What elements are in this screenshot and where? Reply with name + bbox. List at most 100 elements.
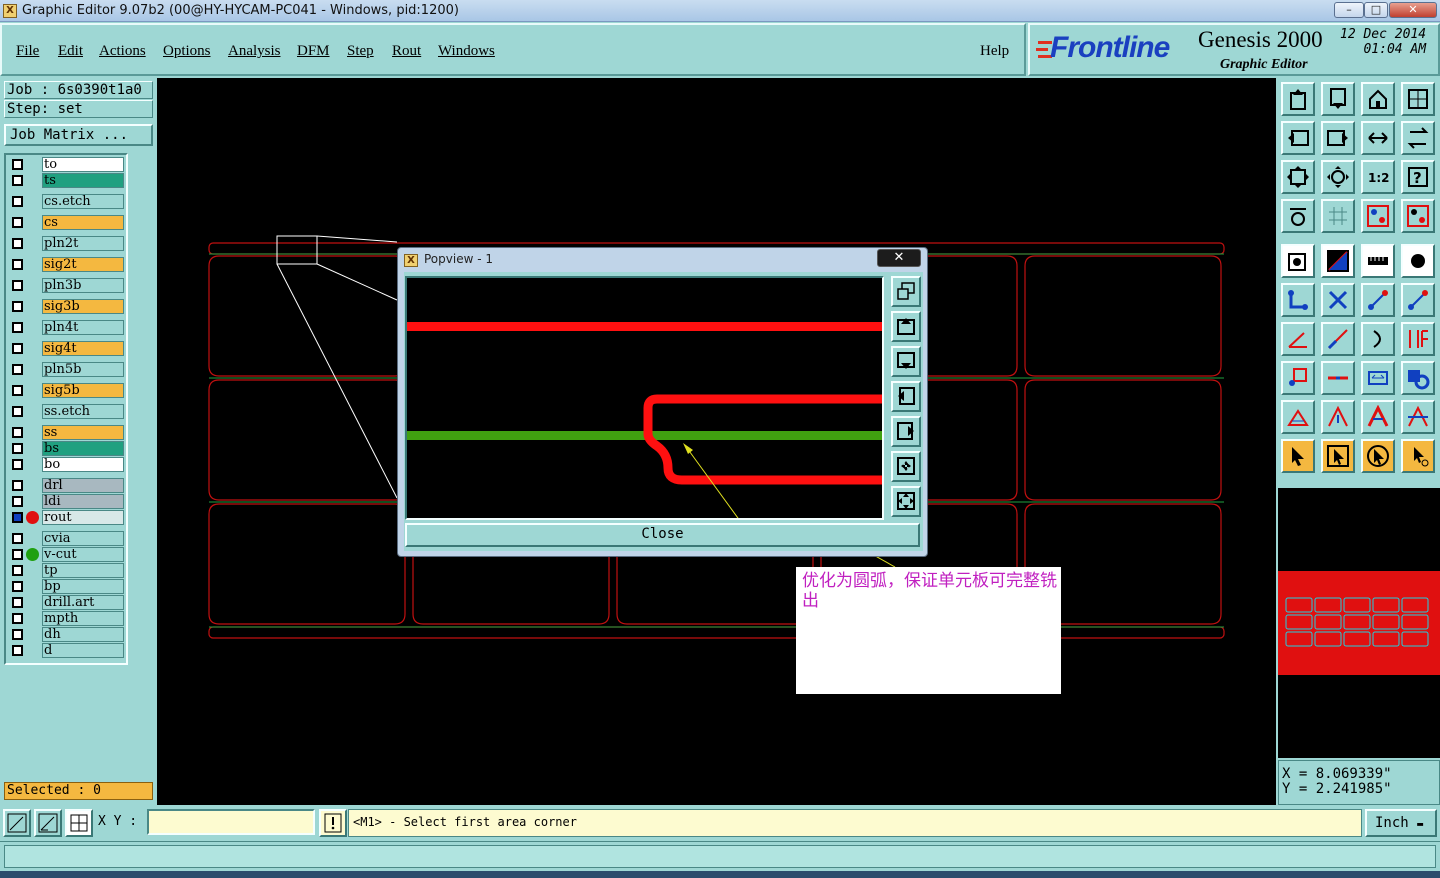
slope-icon[interactable]	[1321, 322, 1355, 356]
line-break-icon[interactable]	[1321, 361, 1355, 395]
triangle-up-icon[interactable]	[1321, 400, 1355, 434]
layer-checkbox[interactable]	[12, 364, 23, 375]
layer-name[interactable]: mpth	[42, 611, 124, 626]
layer-name[interactable]: cs	[42, 215, 124, 230]
layer-row-sig4t[interactable]: sig4t	[8, 341, 126, 356]
popview-close-button[interactable]: Close	[405, 523, 920, 547]
panel-down-icon[interactable]	[1321, 82, 1355, 116]
layer-row-cs-etch[interactable]: cs.etch	[8, 194, 126, 209]
menu-rout[interactable]: Rout	[392, 43, 421, 60]
layer-checkbox[interactable]	[12, 301, 23, 312]
layer-name[interactable]: tp	[42, 563, 124, 578]
layer-checkbox[interactable]	[12, 496, 23, 507]
arc-icon[interactable]	[1361, 322, 1395, 356]
menu-analysis[interactable]: Analysis	[228, 43, 281, 60]
color-fill-icon[interactable]	[1321, 244, 1355, 278]
menu-file[interactable]: File	[16, 43, 39, 60]
layer-row-pln5b[interactable]: pln5b	[8, 362, 126, 377]
layer-row-cs[interactable]: cs	[8, 215, 126, 230]
layer-name[interactable]: sig5b	[42, 383, 124, 398]
pick-arrow-icon[interactable]	[1281, 439, 1315, 473]
layer-name[interactable]: pln4t	[42, 320, 124, 335]
layer-name[interactable]: sig4t	[42, 341, 124, 356]
layer-checkbox[interactable]	[12, 597, 23, 608]
close-window-button[interactable]: ✕	[1389, 2, 1437, 18]
menu-help[interactable]: Help	[980, 43, 1009, 60]
panel-right-icon[interactable]	[1321, 121, 1355, 155]
layer-name[interactable]: drill.art	[42, 595, 124, 610]
popview-pan-down-icon[interactable]	[891, 346, 921, 377]
panel-up-icon[interactable]	[1281, 82, 1315, 116]
swap-ud-icon[interactable]	[1401, 121, 1435, 155]
resize-icon[interactable]	[1361, 361, 1395, 395]
popview-zoom-out-icon[interactable]	[891, 486, 921, 517]
home-icon[interactable]	[1361, 82, 1395, 116]
job-matrix-button[interactable]: Job Matrix ...	[4, 124, 153, 146]
popview-zoom-in-icon[interactable]	[891, 451, 921, 482]
layer-name[interactable]: ss.etch	[42, 404, 124, 419]
layer-name[interactable]: sig3b	[42, 299, 124, 314]
command-input[interactable]	[4, 845, 1436, 868]
move-point-icon[interactable]	[1401, 283, 1435, 317]
layer-red-icon[interactable]	[1361, 199, 1395, 233]
ratio-icon[interactable]: 1:2	[1361, 160, 1395, 194]
menu-windows[interactable]: Windows	[438, 43, 495, 60]
layer-row-rout[interactable]: rout	[8, 510, 126, 525]
cross-icon[interactable]	[1321, 283, 1355, 317]
layer-checkbox[interactable]	[12, 565, 23, 576]
layer-row-pln4t[interactable]: pln4t	[8, 320, 126, 335]
layer-checkbox[interactable]	[12, 322, 23, 333]
layer-row-dh[interactable]: dh	[8, 627, 126, 642]
layer-row-ldi[interactable]: ldi	[8, 494, 126, 509]
arch-a-icon[interactable]	[1361, 400, 1395, 434]
layer-row-bp[interactable]: bp	[8, 579, 126, 594]
layer-row-ss-etch[interactable]: ss.etch	[8, 404, 126, 419]
zoom-fit-icon[interactable]	[1281, 160, 1315, 194]
layer-row-sig3b[interactable]: sig3b	[8, 299, 126, 314]
layer-row-drill-art[interactable]: drill.art	[8, 595, 126, 610]
layer-name[interactable]: pln2t	[42, 236, 124, 251]
layer-name[interactable]: to	[42, 157, 124, 172]
measure-icon[interactable]	[1281, 199, 1315, 233]
popview-window-icon[interactable]	[891, 276, 921, 307]
layer-name[interactable]: ts	[42, 173, 124, 188]
layer-checkbox[interactable]	[12, 385, 23, 396]
layer-red-2-icon[interactable]	[1401, 199, 1435, 233]
swap-lr-icon[interactable]	[1361, 121, 1395, 155]
layer-row-pln3b[interactable]: pln3b	[8, 278, 126, 293]
layer-name[interactable]: bp	[42, 579, 124, 594]
zoom-out-area-icon[interactable]	[34, 809, 62, 837]
layer-row-sig2t[interactable]: sig2t	[8, 257, 126, 272]
layer-checkbox[interactable]	[12, 613, 23, 624]
layer-name[interactable]: ldi	[42, 494, 124, 509]
dot-icon[interactable]	[1401, 244, 1435, 278]
layer-checkbox[interactable]	[12, 549, 23, 560]
layer-name[interactable]: pln3b	[42, 278, 124, 293]
mirror-icon[interactable]	[1401, 322, 1435, 356]
layer-name[interactable]: rout	[42, 510, 124, 525]
popview-pan-left-icon[interactable]	[891, 381, 921, 412]
layer-name[interactable]: pln5b	[42, 362, 124, 377]
layer-name[interactable]: bo	[42, 457, 124, 472]
layer-name[interactable]: bs	[42, 441, 124, 456]
menu-options[interactable]: Options	[163, 43, 211, 60]
layer-checkbox[interactable]	[12, 175, 23, 186]
layer-name[interactable]: dh	[42, 627, 124, 642]
layer-row-d[interactable]: d	[8, 643, 126, 658]
layer-checkbox[interactable]	[12, 280, 23, 291]
ruler-icon[interactable]	[1361, 244, 1395, 278]
panel-left-icon[interactable]	[1281, 121, 1315, 155]
layer-row-to[interactable]: to	[8, 157, 126, 172]
angle-icon[interactable]	[1281, 322, 1315, 356]
layer-row-pln2t[interactable]: pln2t	[8, 236, 126, 251]
grid-icon[interactable]	[1321, 199, 1355, 233]
layer-checkbox[interactable]	[12, 629, 23, 640]
zoom-center-icon[interactable]	[1321, 160, 1355, 194]
layer-row-bs[interactable]: bs	[8, 441, 126, 456]
layer-name[interactable]: d	[42, 643, 124, 658]
minimize-button[interactable]: –	[1334, 2, 1364, 18]
pointer-select-icon[interactable]	[1281, 244, 1315, 278]
maximize-button[interactable]: □	[1364, 2, 1388, 18]
layer-name[interactable]: ss	[42, 425, 124, 440]
overview-map[interactable]	[1278, 488, 1440, 758]
